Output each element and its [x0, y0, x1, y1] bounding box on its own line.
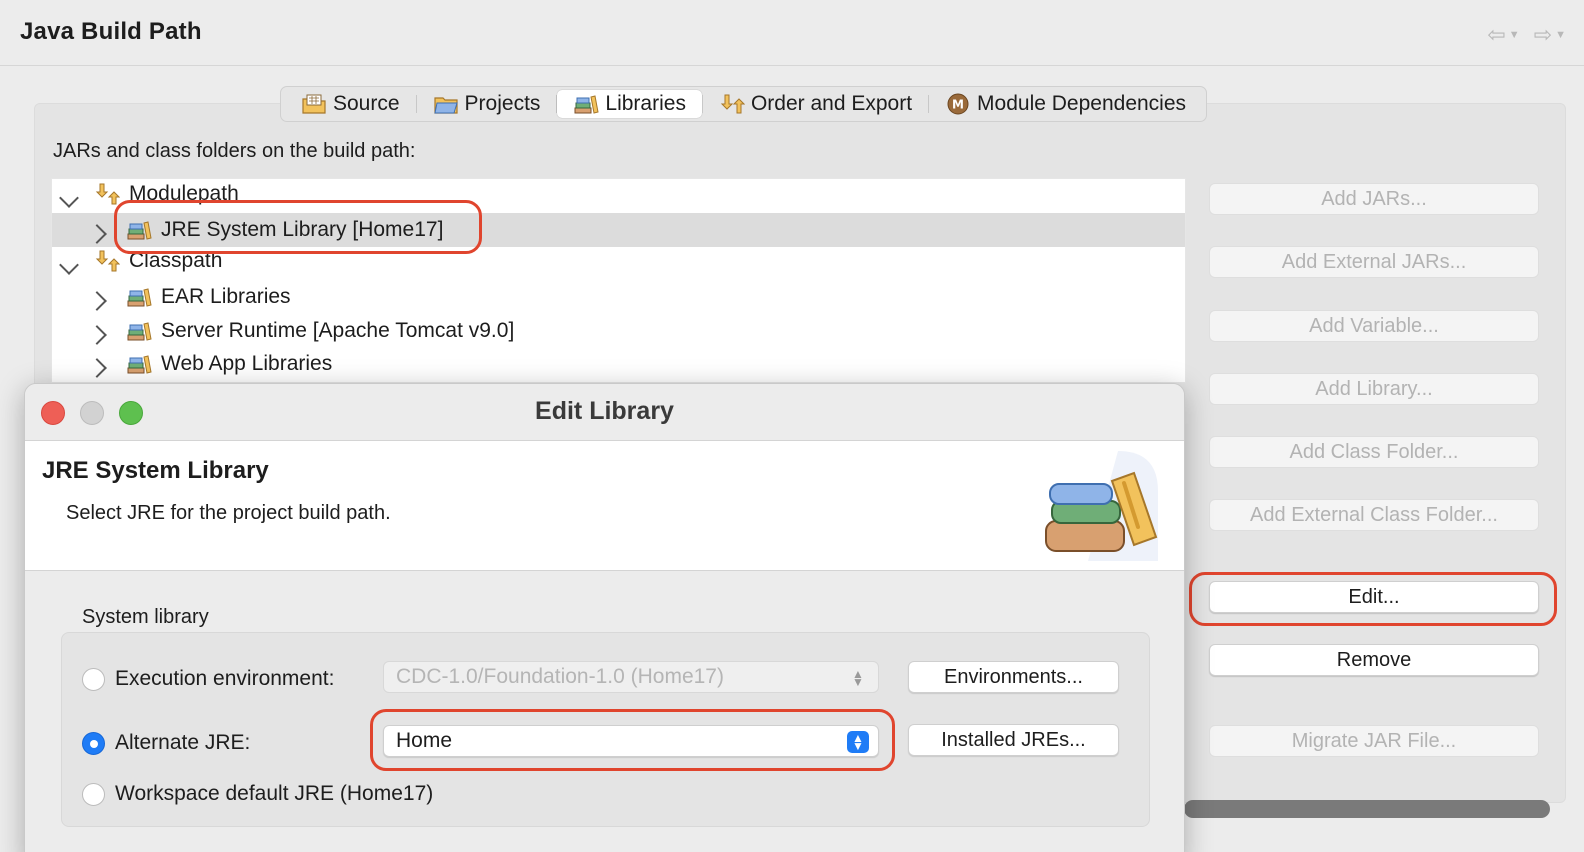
tree-item-server-runtime[interactable]: Server Runtime [Apache Tomcat v9.0]: [52, 314, 1185, 348]
select-arrows-icon: ▲ ▼: [852, 667, 864, 689]
collapse-chevron-icon[interactable]: [59, 254, 79, 278]
library-books-icon: [1045, 451, 1158, 561]
tab-label: Module Dependencies: [977, 92, 1187, 115]
library-icon: [127, 355, 152, 374]
expand-chevron-icon[interactable]: [87, 223, 107, 247]
forward-arrow-icon: ⇨: [1533, 22, 1553, 47]
tab-label: Source: [333, 92, 400, 115]
tree-item-web-app-libraries[interactable]: Web App Libraries: [52, 347, 1185, 381]
dialog-banner: JRE System Library Select JRE for the pr…: [25, 441, 1184, 571]
workspace-default-option[interactable]: Workspace default JRE (Home17): [82, 782, 433, 806]
tree-item-label: EAR Libraries: [161, 285, 291, 308]
execution-environment-option[interactable]: Execution environment:: [82, 667, 334, 691]
tree-item-label: Classpath: [129, 249, 223, 272]
tab-order-export[interactable]: Order and Export: [703, 90, 928, 118]
execution-environment-radio[interactable]: [82, 667, 105, 691]
add-external-jars-button[interactable]: Add External JARs...: [1209, 246, 1539, 278]
banner-title: JRE System Library: [42, 457, 269, 484]
modulepath-icon: [95, 183, 120, 205]
tab-label: Libraries: [605, 92, 686, 115]
system-library-group: Execution environment: CDC-1.0/Foundatio…: [61, 632, 1150, 827]
forward-button[interactable]: ⇨ ▼: [1534, 22, 1566, 48]
tree-item-label: Modulepath: [129, 182, 239, 205]
tree-item-jre-system-library[interactable]: JRE System Library [Home17]: [52, 213, 1185, 247]
select-arrows-icon: ▲ ▼: [847, 731, 869, 753]
source-folder-icon: [302, 94, 326, 114]
add-library-button[interactable]: Add Library...: [1209, 373, 1539, 405]
build-path-tree[interactable]: Modulepath JRE System Library [Home17] C…: [51, 178, 1186, 383]
expand-chevron-icon[interactable]: [87, 290, 107, 314]
module-icon: M: [947, 93, 969, 115]
tab-source[interactable]: Source: [285, 90, 416, 118]
tab-module-dependencies[interactable]: M Module Dependencies: [929, 90, 1202, 118]
library-icon: [127, 288, 152, 307]
libraries-icon: [574, 95, 599, 114]
tab-libraries[interactable]: Libraries: [557, 90, 702, 118]
workspace-default-radio[interactable]: [82, 782, 105, 806]
tab-label: Projects: [464, 92, 541, 115]
tree-item-modulepath[interactable]: Modulepath: [52, 179, 1185, 213]
workspace-default-label: Workspace default JRE (Home17): [115, 782, 434, 805]
tree-item-label: JRE System Library [Home17]: [161, 218, 444, 241]
back-arrow-icon: ⇦: [1487, 22, 1506, 47]
collapse-chevron-icon[interactable]: [59, 187, 79, 211]
banner-description: Select JRE for the project build path.: [66, 502, 391, 524]
library-icon: [127, 221, 152, 240]
edit-button[interactable]: Edit...: [1209, 581, 1539, 613]
tree-item-ear-libraries[interactable]: EAR Libraries: [52, 280, 1185, 314]
alternate-jre-select[interactable]: Home ▲ ▼: [383, 725, 879, 757]
add-class-folder-button[interactable]: Add Class Folder...: [1209, 436, 1539, 468]
back-button[interactable]: ⇦ ▼: [1487, 22, 1519, 48]
page-title: Java Build Path: [20, 18, 202, 45]
execution-environment-select[interactable]: CDC-1.0/Foundation-1.0 (Home17) ▲ ▼: [383, 661, 879, 693]
library-icon: [127, 322, 152, 341]
dialog-titlebar: Edit Library: [25, 384, 1184, 441]
tree-item-label: Server Runtime [Apache Tomcat v9.0]: [161, 319, 515, 342]
tab-projects[interactable]: Projects: [417, 90, 557, 118]
installed-jres-button[interactable]: Installed JREs...: [908, 724, 1119, 756]
expand-chevron-icon[interactable]: [87, 324, 107, 348]
select-value: CDC-1.0/Foundation-1.0 (Home17): [396, 665, 724, 688]
alternate-jre-radio[interactable]: [82, 731, 105, 755]
tree-item-classpath[interactable]: Classpath: [52, 246, 1185, 280]
environments-button[interactable]: Environments...: [908, 661, 1119, 693]
svg-text:M: M: [952, 98, 964, 112]
alternate-jre-label: Alternate JRE:: [115, 731, 251, 754]
dropdown-icon: ▼: [1508, 29, 1520, 41]
alternate-jre-option[interactable]: Alternate JRE:: [82, 731, 250, 755]
classpath-icon: [95, 250, 120, 272]
projects-folder-icon: [433, 97, 458, 114]
add-jars-button[interactable]: Add JARs...: [1209, 183, 1539, 215]
dropdown-icon: ▼: [1555, 29, 1566, 41]
execution-environment-label: Execution environment:: [115, 667, 335, 690]
horizontal-scrollbar[interactable]: [1184, 800, 1550, 818]
dialog-title: Edit Library: [535, 397, 674, 425]
tree-item-label: Web App Libraries: [161, 352, 333, 375]
tab-label: Order and Export: [750, 92, 913, 115]
system-library-group-label: System library: [82, 606, 209, 628]
nav-arrows: ⇦ ▼ ⇨ ▼: [1487, 22, 1566, 48]
build-path-list-label: JARs and class folders on the build path…: [53, 140, 416, 162]
remove-button[interactable]: Remove: [1209, 644, 1539, 676]
page-header: Java Build Path ⇦ ▼ ⇨ ▼: [0, 0, 1584, 66]
migrate-jar-button[interactable]: Migrate JAR File...: [1209, 725, 1539, 757]
tab-bar: Source Projects Libraries Order and Expo…: [280, 86, 1208, 122]
select-value: Home: [396, 729, 453, 752]
expand-chevron-icon[interactable]: [87, 357, 107, 381]
edit-library-dialog: Edit Library JRE System Library Select J…: [24, 383, 1185, 852]
add-variable-button[interactable]: Add Variable...: [1209, 310, 1539, 342]
add-external-class-folder-button[interactable]: Add External Class Folder...: [1209, 499, 1539, 531]
order-export-icon: [720, 94, 745, 114]
